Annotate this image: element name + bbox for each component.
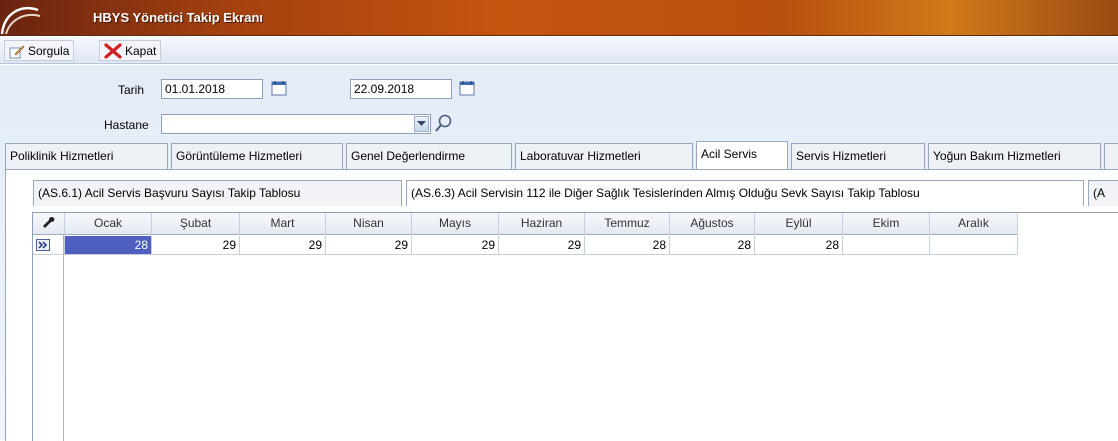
close-button[interactable]: Kapat	[99, 40, 162, 61]
subtab-as-6-1[interactable]: (AS.6.1) Acil Servis Başvuru Sayısı Taki…	[33, 180, 402, 206]
calendar-icon[interactable]	[271, 80, 287, 96]
tab-yogun-bakim[interactable]: Yoğun Bakım Hizmetleri	[928, 143, 1101, 169]
search-icon[interactable]	[434, 113, 454, 136]
column-header[interactable]: Temmuz	[585, 213, 670, 235]
table-cell[interactable]	[930, 236, 1018, 255]
window-title: HBYS Yönetici Takip Ekranı	[93, 10, 264, 25]
wrench-icon[interactable]	[33, 213, 65, 235]
subtab-as-6-3[interactable]: (AS.6.3) Acil Servisin 112 ile Diğer Sağ…	[406, 180, 1084, 206]
tab-genel-degerlendirme[interactable]: Genel Değerlendirme	[346, 143, 512, 169]
table-cell[interactable]: 28	[755, 236, 843, 255]
pencil-icon	[9, 43, 25, 59]
date-to-input[interactable]: 22.09.2018	[350, 79, 452, 99]
calendar-icon[interactable]	[459, 80, 475, 96]
data-grid: Ocak Şubat Mart Nisan Mayıs Haziran Temm…	[32, 212, 1118, 441]
table-cell[interactable]: 29	[240, 236, 326, 255]
table-cell[interactable]: 29	[152, 236, 240, 255]
tab-goruntuleme[interactable]: Görüntüleme Hizmetleri	[171, 143, 343, 169]
date-from-input[interactable]: 01.01.2018	[161, 79, 263, 99]
query-button-label: Sorgula	[28, 43, 70, 58]
tab-acil-servis[interactable]: Acil Servis	[696, 141, 788, 169]
tab-laboratuvar[interactable]: Laboratuvar Hizmetleri	[515, 143, 693, 169]
app-logo-icon	[0, 0, 60, 36]
hospital-label: Hastane	[104, 118, 149, 132]
tab-overflow[interactable]	[1104, 143, 1118, 169]
close-icon	[104, 42, 122, 59]
table-cell[interactable]: 28	[670, 236, 755, 255]
column-header[interactable]: Şubat	[152, 213, 240, 235]
column-header[interactable]: Haziran	[499, 213, 585, 235]
column-header[interactable]: Aralık	[930, 213, 1018, 235]
column-header[interactable]: Ocak	[65, 213, 152, 235]
table-cell[interactable]: 28	[585, 236, 670, 255]
column-header[interactable]: Mart	[240, 213, 326, 235]
column-header[interactable]: Mayıs	[412, 213, 499, 235]
date-label: Tarih	[118, 83, 145, 97]
tab-poliklinik[interactable]: Poliklinik Hizmetleri	[5, 143, 168, 169]
chevron-down-icon[interactable]	[414, 116, 429, 132]
table-cell[interactable]: 29	[326, 236, 412, 255]
row-header-column	[32, 234, 64, 441]
tab-servis-hizmetleri[interactable]: Servis Hizmetleri	[791, 143, 925, 169]
column-header[interactable]: Ekim	[843, 213, 930, 235]
column-header[interactable]: Ağustos	[670, 213, 755, 235]
toolbar: Sorgula Kapat	[0, 37, 1118, 64]
column-header[interactable]: Eylül	[755, 213, 843, 235]
grid-header: Ocak Şubat Mart Nisan Mayıs Haziran Temm…	[33, 213, 1018, 235]
column-header[interactable]: Nisan	[326, 213, 412, 235]
table-row[interactable]: 28 29 29 29 29 29 28 28 28	[33, 236, 1018, 255]
close-button-label: Kapat	[125, 43, 157, 58]
query-button[interactable]: Sorgula	[4, 40, 75, 61]
table-cell[interactable]: 29	[412, 236, 499, 255]
table-cell[interactable]	[843, 236, 930, 255]
subtab-next[interactable]: (A	[1088, 180, 1118, 206]
table-cell[interactable]: 28	[65, 236, 152, 255]
title-bar: HBYS Yönetici Takip Ekranı	[0, 0, 1118, 36]
hospital-select[interactable]	[161, 114, 431, 134]
table-cell[interactable]: 29	[499, 236, 585, 255]
